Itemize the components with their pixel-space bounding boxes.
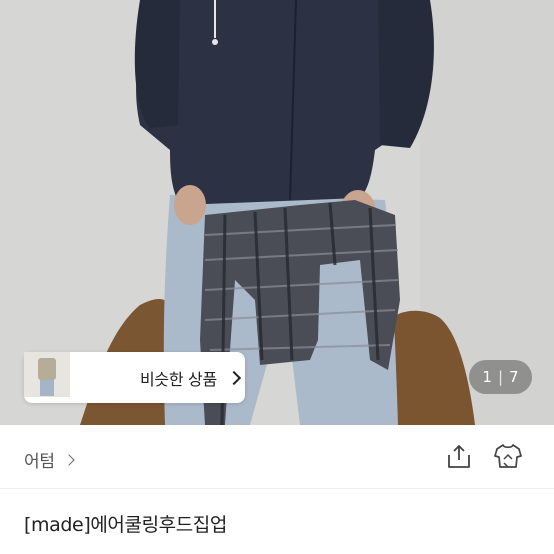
product-title: [made]에어쿨링후드집업: [24, 514, 227, 536]
share-button[interactable]: [444, 442, 474, 472]
similar-products-button[interactable]: 비슷한 상품: [24, 352, 245, 403]
current-page: 1: [482, 368, 492, 386]
compare-button[interactable]: [493, 442, 523, 472]
store-link[interactable]: 어텀: [24, 447, 75, 472]
clothing-compare-icon: [494, 444, 522, 468]
image-page-counter: 1 | 7: [469, 360, 532, 394]
store-row: 어텀: [0, 425, 554, 489]
similar-product-thumbnail: [24, 352, 120, 400]
similar-products-thumbnails: [24, 352, 120, 400]
store-name: 어텀: [24, 452, 55, 472]
total-pages: 7: [509, 368, 519, 386]
chevron-right-icon: [63, 453, 75, 466]
counter-separator: |: [497, 368, 504, 386]
similar-products-label: 비슷한 상품: [140, 369, 217, 389]
product-photo[interactable]: 비슷한 상품 1 | 7: [0, 0, 554, 425]
share-icon: [448, 445, 470, 468]
chevron-right-icon: [226, 370, 241, 385]
